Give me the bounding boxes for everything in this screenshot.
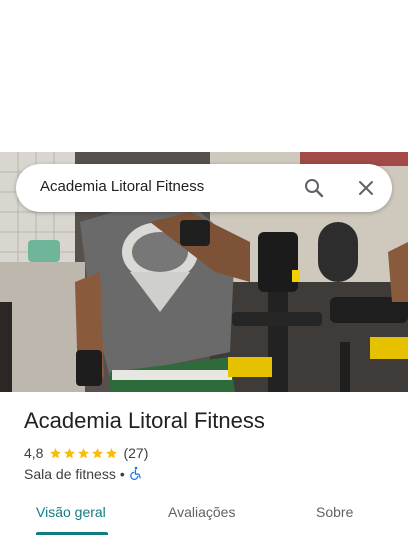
wheelchair-icon[interactable] — [129, 466, 143, 483]
rating-value: 4,8 — [24, 445, 44, 461]
place-title: Academia Litoral Fitness — [24, 408, 265, 433]
tab-bar: Visão geral Avaliações Sobre — [0, 496, 408, 536]
star-icon — [92, 447, 104, 458]
star-rating — [49, 447, 119, 460]
separator-dot: • — [119, 466, 125, 482]
search-icon[interactable] — [302, 176, 326, 200]
active-tab-indicator — [36, 532, 108, 535]
category-row: Sala de fitness • — [24, 465, 143, 483]
close-icon[interactable] — [354, 176, 378, 200]
rating-row[interactable]: 4,8 (27) — [24, 444, 148, 462]
star-icon — [50, 447, 62, 458]
review-count[interactable]: (27) — [123, 445, 148, 461]
star-icon — [78, 447, 90, 458]
search-bar[interactable]: Academia Litoral Fitness — [16, 164, 392, 212]
star-icon — [64, 447, 76, 458]
search-input[interactable]: Academia Litoral Fitness — [40, 178, 204, 195]
blank-area — [0, 0, 408, 152]
category-label: Sala de fitness — [24, 466, 116, 482]
tab-reviews[interactable]: Avaliações — [168, 504, 235, 520]
tab-overview[interactable]: Visão geral — [36, 504, 106, 520]
tab-about[interactable]: Sobre — [316, 504, 353, 520]
star-icon — [106, 447, 118, 458]
